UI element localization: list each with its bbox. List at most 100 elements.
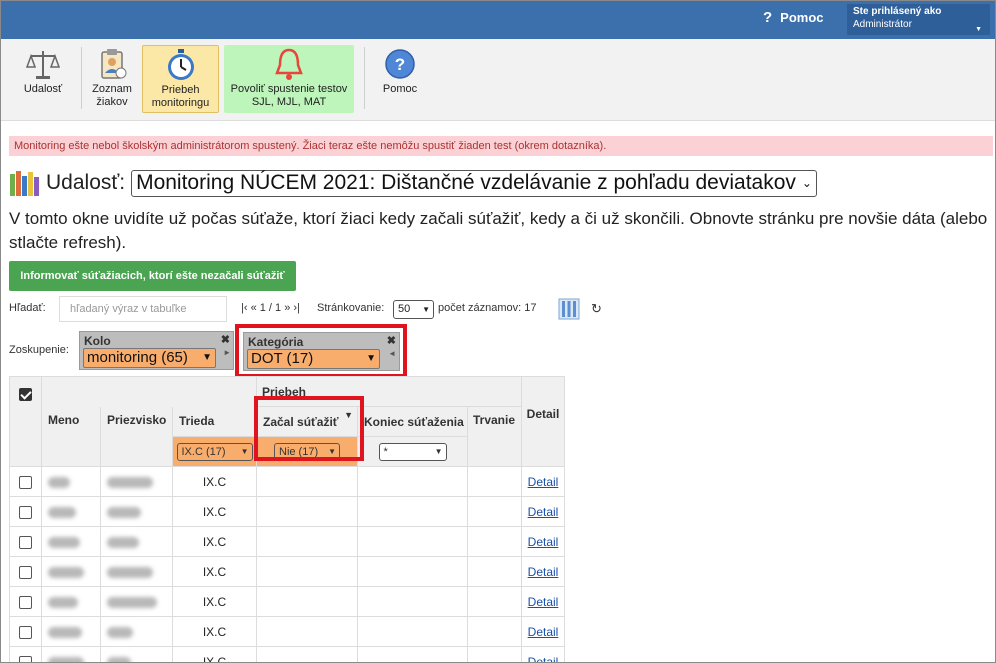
close-icon[interactable]: ✖ (221, 333, 230, 346)
row-select-cell (9, 466, 42, 497)
pager[interactable]: |‹ « 1 / 1 » ›| (241, 302, 300, 314)
surname-cell (100, 466, 173, 497)
filter-trieda[interactable]: IX.C (17) ▼ (176, 442, 253, 461)
detail-link[interactable]: Detail (528, 625, 559, 639)
col-header-detail: Detail (521, 376, 565, 467)
notify-students-button[interactable]: Informovať súťažiacich, ktorí ešte nezač… (9, 261, 296, 291)
group-kolo-select[interactable]: monitoring (65) ▼ (83, 348, 216, 368)
table-row: IX.C Detail (9, 526, 565, 557)
help-link[interactable]: ? Pomoc (763, 9, 824, 26)
toolbar-help-button[interactable]: ? Pomoc (374, 45, 426, 113)
blurred-text (107, 536, 139, 548)
class-cell: IX.C (172, 586, 257, 617)
chevron-down-icon: ▼ (434, 446, 443, 456)
filter-koniec[interactable]: * ▼ (378, 442, 447, 461)
surname-cell (100, 646, 173, 662)
surname-cell (100, 496, 173, 527)
surname-cell (100, 616, 173, 647)
move-right-icon[interactable]: ► (223, 348, 231, 357)
name-cell (41, 496, 101, 527)
row-checkbox[interactable] (19, 535, 32, 549)
group-kolo[interactable]: Kolo ✖ monitoring (65) ▼ ► (79, 331, 234, 370)
user-menu[interactable]: Ste prihlásený ako Administrátor ▼ (847, 4, 990, 35)
blurred-text (48, 626, 82, 638)
row-checkbox[interactable] (19, 655, 32, 662)
duration-cell (467, 586, 522, 617)
table-row: IX.C Detail (9, 556, 565, 587)
name-cell (41, 526, 101, 557)
ended-cell (357, 526, 468, 557)
search-input[interactable]: hľadaný výraz v tabuľke (59, 296, 227, 322)
col-header-meno[interactable]: Meno (41, 406, 101, 467)
select-all-checkbox[interactable] (19, 388, 32, 402)
user-caption: Ste prihlásený ako (853, 6, 942, 17)
toolbar-students-button[interactable]: Zoznam žiakov (87, 45, 137, 113)
stopwatch-icon (167, 49, 194, 80)
chevron-down-icon: ▼ (422, 305, 430, 314)
row-select-cell (9, 526, 42, 557)
row-checkbox[interactable] (19, 475, 32, 489)
detail-link[interactable]: Detail (528, 475, 559, 489)
search-label: Hľadať: (9, 302, 46, 314)
class-cell: IX.C (172, 646, 257, 662)
ended-cell (357, 646, 468, 662)
toolbar-divider (364, 47, 365, 109)
event-select[interactable]: Monitoring NÚCEM 2021: Dištančné vzdeláv… (131, 169, 817, 197)
toolbar-event-button[interactable]: Udalosť (9, 45, 77, 113)
help-label: Pomoc (780, 10, 824, 25)
detail-cell: Detail (521, 466, 565, 497)
filter-cell-koniec: * ▼ (357, 436, 468, 467)
row-select-cell (9, 646, 42, 662)
col-header-koniec[interactable]: Koniec súťaženia (357, 406, 468, 437)
top-bar: ? Pomoc Ste prihlásený ako Administrátor… (1, 1, 995, 39)
event-select-value: Monitoring NÚCEM 2021: Dištančné vzdeláv… (136, 171, 796, 194)
paging-label: Stránkovanie: (317, 302, 385, 314)
col-header-priezvisko[interactable]: Priezvisko (100, 406, 173, 467)
detail-link[interactable]: Detail (528, 655, 559, 663)
blurred-text (48, 536, 80, 548)
toolbar-allow-tests-button[interactable]: Povoliť spustenie testov SJL, MJL, MAT (224, 45, 354, 113)
toolbar-label: Zoznam žiakov (92, 83, 132, 108)
class-cell: IX.C (172, 526, 257, 557)
table-row: IX.C Detail (9, 466, 565, 497)
question-icon: ? (763, 9, 773, 26)
status-alert: Monitoring ešte nebol školským administr… (9, 136, 993, 156)
row-checkbox[interactable] (19, 505, 32, 519)
col-header-trieda[interactable]: Trieda (172, 406, 257, 437)
table-row: IX.C Detail (9, 496, 565, 527)
toolbar-progress-button[interactable]: Priebeh monitoringu (142, 45, 219, 113)
started-cell (256, 466, 358, 497)
help-circle-icon: ? (385, 49, 415, 79)
blurred-text (48, 506, 76, 518)
user-name: Administrátor (853, 19, 912, 30)
detail-link[interactable]: Detail (528, 595, 559, 609)
scales-icon (25, 51, 61, 79)
app-window: ? Pomoc Ste prihlásený ako Administrátor… (0, 0, 996, 663)
blurred-text (48, 476, 70, 488)
columns-icon[interactable] (558, 298, 580, 320)
col-header-trvanie[interactable]: Trvanie (467, 406, 522, 467)
toolbar-divider (81, 47, 82, 109)
page-size-select[interactable]: 50 ▼ (393, 300, 434, 319)
row-checkbox[interactable] (19, 595, 32, 609)
duration-cell (467, 526, 522, 557)
surname-cell (100, 556, 173, 587)
toolbar-label: Priebeh monitoringu (151, 84, 210, 109)
ended-cell (357, 616, 468, 647)
surname-cell (100, 586, 173, 617)
detail-cell: Detail (521, 586, 565, 617)
table-row: IX.C Detail (9, 586, 565, 617)
event-row: Udalosť: Monitoring NÚCEM 2021: Dištančn… (9, 168, 817, 198)
detail-link[interactable]: Detail (528, 535, 559, 549)
detail-link[interactable]: Detail (528, 505, 559, 519)
duration-cell (467, 496, 522, 527)
event-label: Udalosť: (46, 171, 126, 194)
row-checkbox[interactable] (19, 565, 32, 579)
surname-cell (100, 526, 173, 557)
refresh-icon[interactable]: ↻ (591, 301, 602, 317)
row-checkbox[interactable] (19, 625, 32, 639)
chevron-down-icon: ▼ (202, 352, 212, 363)
detail-link[interactable]: Detail (528, 565, 559, 579)
info-text: V tomto okne uvidíte už počas súťaže, kt… (9, 209, 988, 252)
started-cell (256, 616, 358, 647)
